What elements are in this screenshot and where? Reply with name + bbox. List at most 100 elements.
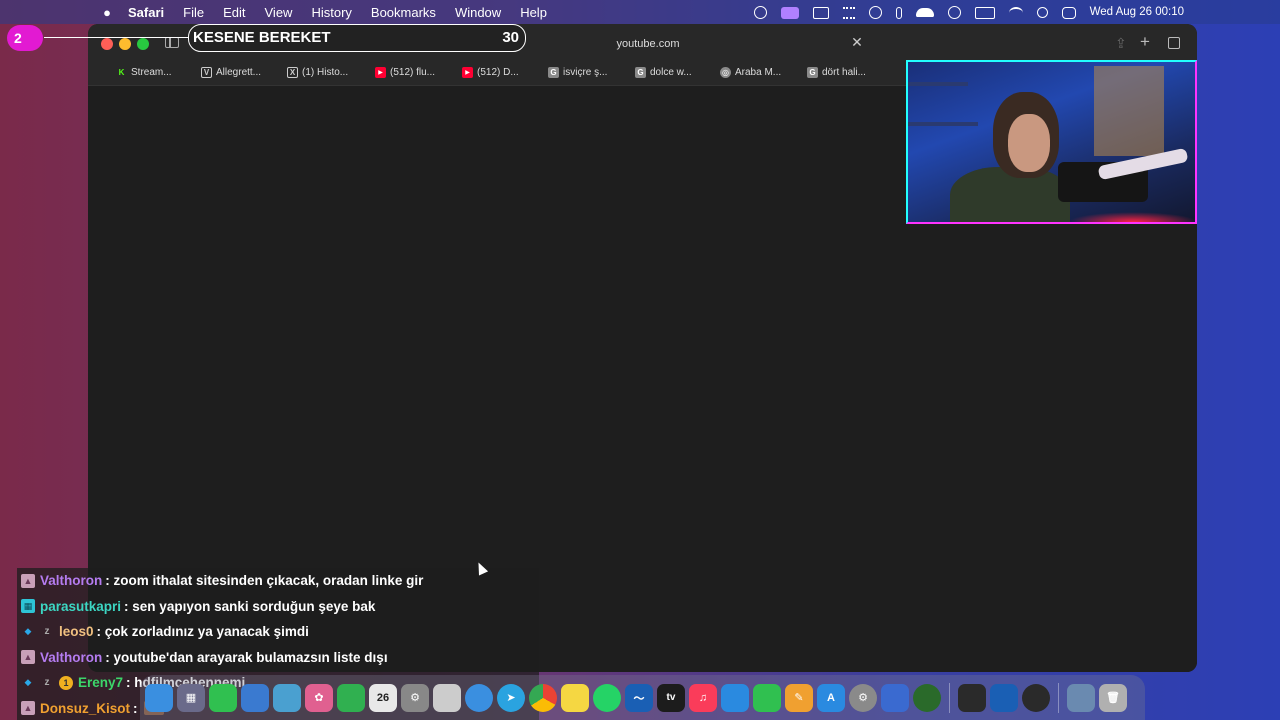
chat-badge-icon: ▲ <box>21 573 35 588</box>
dock-maps-icon[interactable] <box>273 683 301 712</box>
tab-overview-icon[interactable] <box>1168 37 1180 49</box>
dock-finder-icon[interactable] <box>145 683 173 712</box>
dock-wd-drive-icon[interactable] <box>990 683 1018 712</box>
coin-badge-icon: 1 <box>59 675 73 690</box>
zoom-window-button[interactable] <box>137 38 149 50</box>
dock-music-icon[interactable]: ♫ <box>689 683 717 712</box>
address-text: youtube.com <box>616 38 680 50</box>
chat-message: ▦ parasutkapri : sen yapıyon sanki sordu… <box>17 593 539 619</box>
wd-icon[interactable] <box>813 6 829 19</box>
dock-launchpad-icon[interactable]: ▦ <box>177 683 205 712</box>
menu-file[interactable]: File <box>183 5 204 20</box>
chat-username[interactable]: Donsuz_Kisot <box>40 701 130 716</box>
google-icon: G <box>635 67 646 78</box>
bookmark-item[interactable]: ◎ Araba M... <box>720 67 781 78</box>
chat-username[interactable]: leos0 <box>59 624 94 639</box>
overlay-goal-box: KESENE BEREKET 30 <box>188 24 526 52</box>
menu-history[interactable]: History <box>311 5 351 20</box>
dock-settings-icon[interactable]: ⚙ <box>401 683 429 712</box>
google-icon: G <box>807 67 818 78</box>
bookmark-label: dört hali... <box>822 67 866 78</box>
grid-icon[interactable] <box>843 6 855 19</box>
bookmark-item[interactable]: G dört hali... <box>807 67 866 78</box>
bookmark-label: (1) Histo... <box>302 67 349 78</box>
bookmark-item[interactable]: G dolce w... <box>635 67 692 78</box>
cam-background-light <box>1094 66 1164 156</box>
menu-clock[interactable]: Wed Aug 26 00:10 <box>1090 6 1184 18</box>
wifi-icon[interactable] <box>1009 6 1023 19</box>
close-window-button[interactable] <box>101 38 113 50</box>
menu-edit[interactable]: Edit <box>223 5 245 20</box>
chat-username[interactable]: Ereny7 <box>78 675 123 690</box>
battery-icon[interactable] <box>975 6 995 19</box>
bookmark-item[interactable]: ▶ (512) flu... <box>375 67 435 78</box>
creative-cloud-icon[interactable] <box>869 6 882 19</box>
dock-facetime-icon[interactable] <box>337 683 365 712</box>
dock-xbox-icon[interactable] <box>913 683 941 712</box>
share-icon[interactable]: ⇪ <box>1115 35 1127 52</box>
dock-system-settings-icon[interactable]: ⚙ <box>849 683 877 712</box>
kick-icon: K <box>118 68 125 77</box>
bookmark-item[interactable]: X (1) Histo... <box>287 67 348 78</box>
close-tab-icon[interactable]: ✕ <box>850 34 864 51</box>
dock-calendar-icon[interactable]: 26 <box>369 683 397 712</box>
chat-text: : <box>133 700 138 716</box>
chat-username[interactable]: Valthoron <box>40 573 102 588</box>
bookmark-item[interactable]: ▶ (512) D... <box>462 67 519 78</box>
overlay-count: 30 <box>502 29 519 46</box>
dock-separator <box>949 682 950 713</box>
control-center-icon[interactable] <box>1062 6 1076 19</box>
play-icon[interactable] <box>948 6 961 19</box>
bookmark-item[interactable]: K Stream... <box>116 67 172 78</box>
dock-preview-icon[interactable] <box>1067 683 1095 712</box>
screen-share-icon[interactable] <box>781 6 799 19</box>
dock-messages-icon[interactable] <box>209 683 237 712</box>
minimize-window-button[interactable] <box>119 38 131 50</box>
chat-text: : youtube'dan arayarak bulamazsın liste … <box>105 649 388 665</box>
dock-whatsapp-icon[interactable] <box>593 683 621 712</box>
status-app-icon[interactable] <box>754 6 767 19</box>
dock-photos-icon[interactable]: ✿ <box>305 683 333 712</box>
menu-view[interactable]: View <box>265 5 293 20</box>
chat-message: ▲ Valthoron : youtube'dan arayarak bulam… <box>17 644 539 670</box>
search-icon[interactable] <box>1037 7 1048 18</box>
dock-safari-icon[interactable] <box>465 683 493 712</box>
dock-chrome-icon[interactable] <box>529 683 557 712</box>
dock-epic-games-icon[interactable] <box>958 683 986 712</box>
apple-menu-icon[interactable]: ● <box>100 5 114 20</box>
calendar-day: 26 <box>376 691 390 704</box>
cam-shelf <box>908 122 978 126</box>
dock-app-store-icon[interactable]: A <box>817 683 845 712</box>
dock-freeform-icon[interactable]: 〜 <box>625 683 653 712</box>
sidebar-toggle-icon[interactable] <box>165 37 179 48</box>
cloud-icon[interactable] <box>916 8 934 17</box>
dock-files-icon[interactable] <box>881 683 909 712</box>
dock-clock-icon[interactable] <box>1022 683 1050 712</box>
dock-keynote-icon[interactable] <box>721 683 749 712</box>
overlay-badge-number: 2 <box>14 30 22 46</box>
bookmark-item[interactable]: G isviçre ş... <box>548 67 607 78</box>
bookmark-label: Araba M... <box>735 67 782 78</box>
dock-notes-icon[interactable] <box>433 683 461 712</box>
dock-mail-icon[interactable] <box>241 683 269 712</box>
dock-telegram-icon[interactable]: ➤ <box>497 683 525 712</box>
dock-numbers-icon[interactable] <box>753 683 781 712</box>
cam-glow <box>1068 212 1195 222</box>
dock-apple-tv-icon[interactable]: tv <box>657 683 685 712</box>
bookmark-item[interactable]: V Allegrett... <box>201 67 261 78</box>
dock-trash-icon[interactable]: 🗑 <box>1099 683 1127 712</box>
mic-icon[interactable] <box>896 6 902 19</box>
webcam-feed <box>906 60 1197 224</box>
dock-stickies-icon[interactable] <box>561 683 589 712</box>
chat-badge-icon: ◆ <box>24 626 32 637</box>
menu-help[interactable]: Help <box>520 5 547 20</box>
menu-bookmarks[interactable]: Bookmarks <box>371 5 436 20</box>
dock-pages-icon[interactable]: ✎ <box>785 683 813 712</box>
chat-username[interactable]: parasutkapri <box>40 599 121 614</box>
menu-window[interactable]: Window <box>455 5 501 20</box>
chatgpt-icon: ◎ <box>720 67 731 78</box>
new-tab-icon[interactable]: + <box>1140 32 1150 52</box>
menu-app-name[interactable]: Safari <box>128 5 164 20</box>
chat-badge-icon: ▲ <box>21 650 35 665</box>
chat-username[interactable]: Valthoron <box>40 650 102 665</box>
